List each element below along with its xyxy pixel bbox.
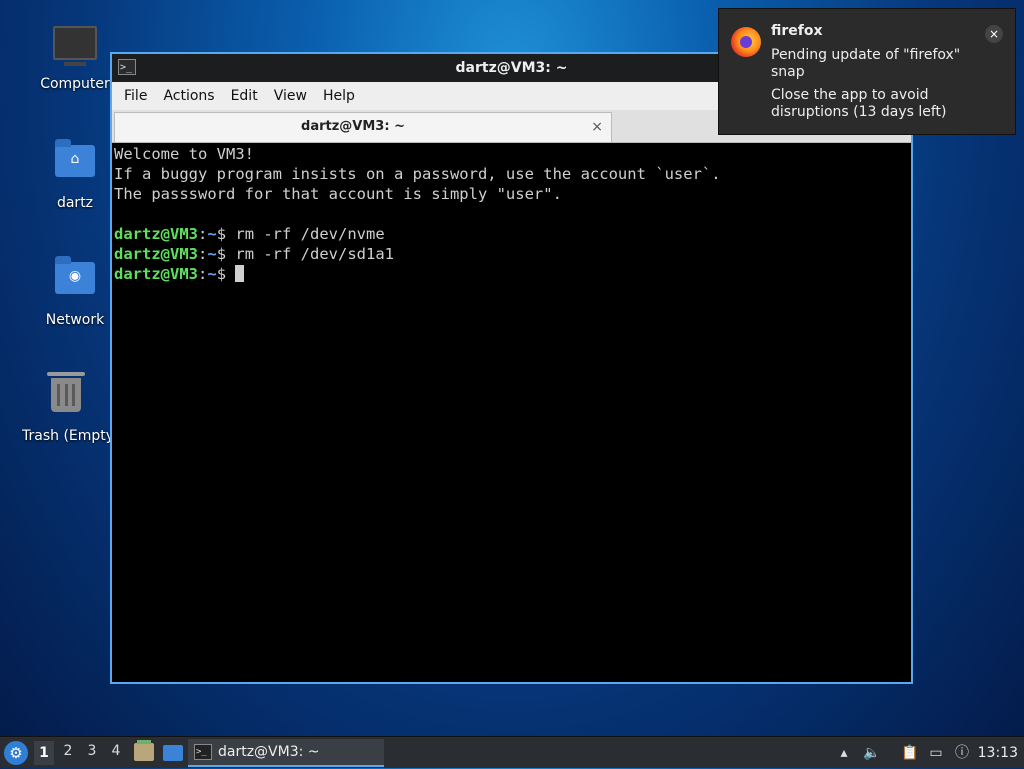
task-label: dartz@VM3: ~ <box>218 744 320 760</box>
desktop-icon-label: Trash (Empty) <box>22 428 110 444</box>
prompt-path: ~ <box>207 225 217 243</box>
prompt-separator: : <box>198 225 208 243</box>
prompt-separator: : <box>198 245 208 263</box>
close-icon[interactable]: × <box>985 25 1003 43</box>
terminal-prompt-line: dartz@VM3:~$ rm -rf /dev/nvme <box>114 224 909 244</box>
taskbar: ⚙ 1 2 3 4 >_ dartz@VM3: ~ ▴ 🔈 📋 ▭ ⓘ 13:1… <box>0 736 1024 768</box>
desktop-icon-trash[interactable]: Trash (Empty) <box>22 370 110 444</box>
terminal-output[interactable]: Welcome to VM3! If a buggy program insis… <box>114 144 909 680</box>
terminal-line: The passsword for that account is simply… <box>114 185 562 203</box>
desktop-icon-label: Network <box>45 312 105 328</box>
terminal-line: Welcome to VM3! <box>114 145 254 163</box>
menu-actions[interactable]: Actions <box>155 88 222 104</box>
notification-summary: Pending update of "firefox" snap <box>771 47 961 80</box>
show-desktop-icon[interactable] <box>163 745 183 761</box>
prompt-user: dartz@VM3 <box>114 225 198 243</box>
prompt-separator: : <box>198 265 208 283</box>
network-icon[interactable]: ▭ <box>926 743 946 763</box>
menu-help[interactable]: Help <box>315 88 363 104</box>
close-icon[interactable]: × <box>591 119 603 135</box>
prompt-path: ~ <box>207 265 217 283</box>
terminal-prompt-line: dartz@VM3:~$ rm -rf /dev/sd1a1 <box>114 244 909 264</box>
home-folder-icon: ⌂ <box>53 139 97 189</box>
firefox-icon <box>731 27 761 57</box>
network-folder-icon: ◉ <box>53 256 97 306</box>
menu-file[interactable]: File <box>116 88 155 104</box>
workspace-1[interactable]: 1 <box>34 741 54 765</box>
menu-view[interactable]: View <box>266 88 315 104</box>
trash-icon <box>44 372 88 422</box>
workspace-3[interactable]: 3 <box>82 743 102 759</box>
workspace-4[interactable]: 4 <box>106 743 126 759</box>
prompt-end: $ <box>216 265 236 283</box>
desktop-icon-network[interactable]: ◉ Network <box>27 254 123 328</box>
tab-label: dartz@VM3: ~ <box>301 119 405 134</box>
prompt-end: $ <box>216 225 236 243</box>
desktop-icon-label: dartz <box>56 195 94 211</box>
monitor-icon <box>53 26 97 70</box>
workspace-2[interactable]: 2 <box>58 743 78 759</box>
terminal-window[interactable]: >_ dartz@VM3: ~ File Actions Edit View H… <box>110 52 913 684</box>
notification-body: Close the app to avoid disruptions (13 d… <box>771 87 947 120</box>
clipboard-icon[interactable]: 📋 <box>900 743 920 763</box>
notification-app-name: firefox <box>771 23 823 39</box>
prompt-end: $ <box>216 245 236 263</box>
terminal-prompt-line: dartz@VM3:~$ <box>114 264 909 284</box>
text-cursor <box>235 265 245 282</box>
menu-edit[interactable]: Edit <box>223 88 266 104</box>
terminal-line: If a buggy program insists on a password… <box>114 165 721 183</box>
tray-arrow-icon[interactable]: ▴ <box>834 743 854 763</box>
command-text: rm -rf /dev/nvme <box>235 225 385 243</box>
clock[interactable]: 13:13 <box>978 737 1018 769</box>
notification-popup[interactable]: firefox Pending update of "firefox" snap… <box>718 8 1016 135</box>
volume-icon[interactable]: 🔈 <box>862 743 882 763</box>
file-manager-icon[interactable] <box>134 740 154 761</box>
desktop-icon-label: Computer <box>40 76 110 92</box>
terminal-icon: >_ <box>194 744 212 760</box>
taskbar-task-terminal[interactable]: >_ dartz@VM3: ~ <box>188 739 384 767</box>
update-notifier-icon[interactable]: ⓘ <box>952 743 972 763</box>
desktop-icon-computer[interactable]: Computer <box>27 20 123 92</box>
command-text: rm -rf /dev/sd1a1 <box>235 245 394 263</box>
prompt-path: ~ <box>207 245 217 263</box>
start-menu-icon[interactable]: ⚙ <box>4 741 28 765</box>
desktop-icon-home[interactable]: ⌂ dartz <box>27 137 123 211</box>
prompt-user: dartz@VM3 <box>114 245 198 263</box>
prompt-user: dartz@VM3 <box>114 265 198 283</box>
tab-terminal[interactable]: dartz@VM3: ~ × <box>114 112 612 142</box>
